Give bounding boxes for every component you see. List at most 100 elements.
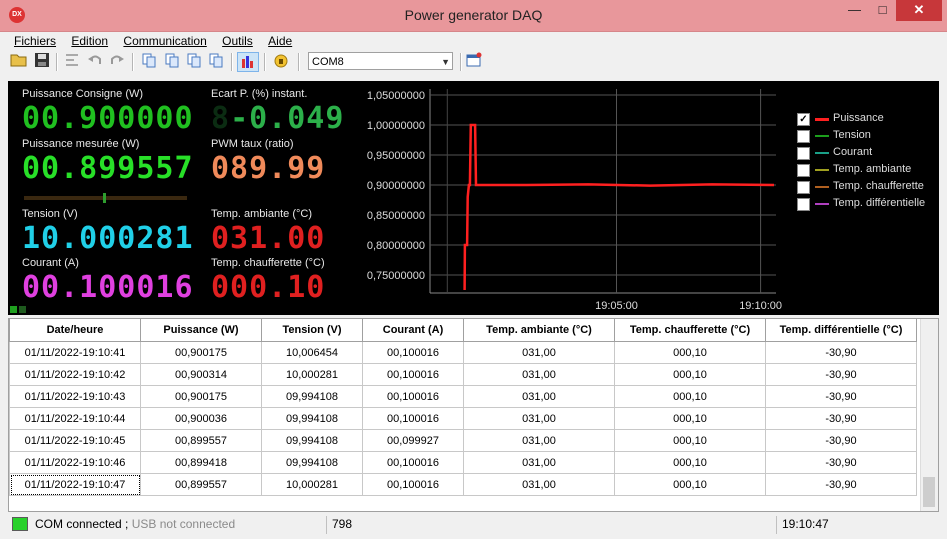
undo-icon[interactable] [85, 52, 105, 72]
copy-icon-1[interactable] [139, 52, 159, 72]
table-cell[interactable]: 00,100016 [362, 363, 464, 386]
menu-edition[interactable]: Edition [65, 32, 114, 48]
column-header-temp-ambiante[interactable]: Temp. ambiante (°C) [463, 319, 615, 342]
legend-item-tension[interactable]: Tension [797, 128, 937, 145]
table-cell[interactable]: 00,099927 [362, 429, 464, 452]
table-cell[interactable]: -30,90 [765, 473, 917, 496]
table-cell[interactable]: 031,00 [463, 363, 615, 386]
table-cell[interactable]: 01/11/2022-19:10:46 [9, 451, 141, 474]
table-cell[interactable]: 00,900175 [140, 341, 262, 364]
table-cell[interactable]: -30,90 [765, 363, 917, 386]
legend-checkbox-tension[interactable] [797, 130, 810, 143]
redo-icon[interactable] [107, 52, 127, 72]
table-cell[interactable]: 00,100016 [362, 341, 464, 364]
table-cell[interactable]: 10,000281 [261, 363, 363, 386]
align-icon[interactable] [62, 52, 82, 72]
save-icon[interactable] [32, 52, 52, 72]
legend-checkbox-temp-chaufferette[interactable] [797, 181, 810, 194]
table-cell[interactable]: -30,90 [765, 451, 917, 474]
table-cell[interactable]: 09,994108 [261, 451, 363, 474]
table-cell[interactable]: 031,00 [463, 385, 615, 408]
table-cell[interactable]: -30,90 [765, 385, 917, 408]
table-row[interactable]: 01/11/2022-19:10:45 00,899557 09,994108 00,… [9, 429, 917, 452]
table-cell[interactable]: 031,00 [463, 429, 615, 452]
table-cell[interactable]: -30,90 [765, 429, 917, 452]
table-cell[interactable]: 000,10 [614, 341, 766, 364]
table-cell[interactable]: 01/11/2022-19:10:42 [9, 363, 141, 386]
table-cell[interactable]: 00,900175 [140, 385, 262, 408]
copy-icon-2[interactable] [162, 52, 182, 72]
table-cell[interactable]: 00,100016 [362, 473, 464, 496]
column-header-temp-differentielle[interactable]: Temp. différentielle (°C) [765, 319, 917, 342]
table-row[interactable]: 01/11/2022-19:10:43 00,900175 09,994108 00,… [9, 385, 917, 408]
new-window-icon[interactable] [464, 52, 484, 72]
table-cell[interactable]: 01/11/2022-19:10:45 [9, 429, 141, 452]
table-cell[interactable]: 031,00 [463, 407, 615, 430]
legend-checkbox-temp-differentielle[interactable] [797, 198, 810, 211]
table-cell[interactable]: 10,006454 [261, 341, 363, 364]
table-cell[interactable]: 00,900036 [140, 407, 262, 430]
table-cell[interactable]: 00,899557 [140, 473, 262, 496]
table-cell[interactable]: 000,10 [614, 363, 766, 386]
table-cell[interactable]: -30,90 [765, 341, 917, 364]
table-cell[interactable]: 031,00 [463, 341, 615, 364]
legend-item-puissance[interactable]: ✓ Puissance [797, 111, 937, 128]
legend-checkbox-puissance[interactable]: ✓ [797, 113, 810, 126]
table-cell[interactable]: 00,100016 [362, 451, 464, 474]
table-cell[interactable]: 01/11/2022-19:10:41 [9, 341, 141, 364]
setpoint-slider-thumb[interactable] [103, 193, 106, 203]
table-cell[interactable]: 000,10 [614, 385, 766, 408]
legend-checkbox-temp-ambiante[interactable] [797, 164, 810, 177]
column-header-date[interactable]: Date/heure [9, 319, 141, 342]
table-cell[interactable]: 031,00 [463, 473, 615, 496]
table-cell[interactable]: 000,10 [614, 429, 766, 452]
copy-icon-3[interactable] [184, 52, 204, 72]
table-cell[interactable]: 000,10 [614, 451, 766, 474]
table-cell[interactable]: 09,994108 [261, 407, 363, 430]
table-row[interactable]: 01/11/2022-19:10:44 00,900036 09,994108 00,… [9, 407, 917, 430]
table-cell[interactable]: 000,10 [614, 407, 766, 430]
table-row[interactable]: 01/11/2022-19:10:46 00,899418 09,994108 00,… [9, 451, 917, 474]
com-port-select[interactable]: COM8 ▼ [308, 52, 453, 70]
table-cell[interactable]: 00,900314 [140, 363, 262, 386]
table-cell[interactable]: 000,10 [614, 473, 766, 496]
menu-communication[interactable]: Communication [117, 32, 212, 48]
menu-aide[interactable]: Aide [262, 32, 298, 48]
close-button[interactable]: ✕ [896, 0, 942, 21]
table-cell[interactable]: 09,994108 [261, 385, 363, 408]
legend-item-temp-differentielle[interactable]: Temp. différentielle [797, 196, 937, 213]
column-header-puissance[interactable]: Puissance (W) [140, 319, 262, 342]
chart-icon[interactable] [237, 52, 259, 72]
table-scrollbar-thumb[interactable] [923, 477, 935, 507]
open-folder-icon[interactable] [9, 52, 29, 72]
table-cell[interactable]: 10,000281 [261, 473, 363, 496]
legend-item-temp-ambiante[interactable]: Temp. ambiante [797, 162, 937, 179]
table-cell[interactable]: 09,994108 [261, 429, 363, 452]
table-cell[interactable]: 031,00 [463, 451, 615, 474]
menu-fichiers[interactable]: Fichiers [8, 32, 62, 48]
column-header-temp-chaufferette[interactable]: Temp. chaufferette (°C) [614, 319, 766, 342]
table-cell[interactable]: 00,100016 [362, 407, 464, 430]
table-cell[interactable]: 01/11/2022-19:10:43 [9, 385, 141, 408]
table-row[interactable]: 01/11/2022-19:10:41 00,900175 10,006454 00,… [9, 341, 917, 364]
column-header-courant[interactable]: Courant (A) [362, 319, 464, 342]
copy-icon-4[interactable] [206, 52, 226, 72]
legend-item-courant[interactable]: Courant [797, 145, 937, 162]
table-scrollbar[interactable] [920, 319, 938, 511]
table-cell[interactable]: 00,899418 [140, 451, 262, 474]
table-cell[interactable]: 01/11/2022-19:10:44 [9, 407, 141, 430]
menu-outils[interactable]: Outils [216, 32, 259, 48]
maximize-button[interactable]: □ [869, 0, 896, 21]
table-cell[interactable]: 00,100016 [362, 385, 464, 408]
legend-item-temp-chaufferette[interactable]: Temp. chaufferette [797, 179, 937, 196]
minimize-button[interactable]: — [840, 0, 869, 21]
table-row[interactable]: 01/11/2022-19:10:47 00,899557 10,000281 00,… [9, 473, 917, 496]
column-header-tension[interactable]: Tension (V) [261, 319, 363, 342]
legend-checkbox-courant[interactable] [797, 147, 810, 160]
data-table[interactable]: Date/heure Puissance (W) Tension (V) Cou… [8, 318, 939, 512]
lock-icon[interactable] [271, 52, 291, 72]
table-row[interactable]: 01/11/2022-19:10:42 00,900314 10,000281 00,… [9, 363, 917, 386]
table-cell[interactable]: -30,90 [765, 407, 917, 430]
table-cell[interactable]: 00,899557 [140, 429, 262, 452]
table-cell[interactable]: 01/11/2022-19:10:47 [9, 473, 141, 496]
